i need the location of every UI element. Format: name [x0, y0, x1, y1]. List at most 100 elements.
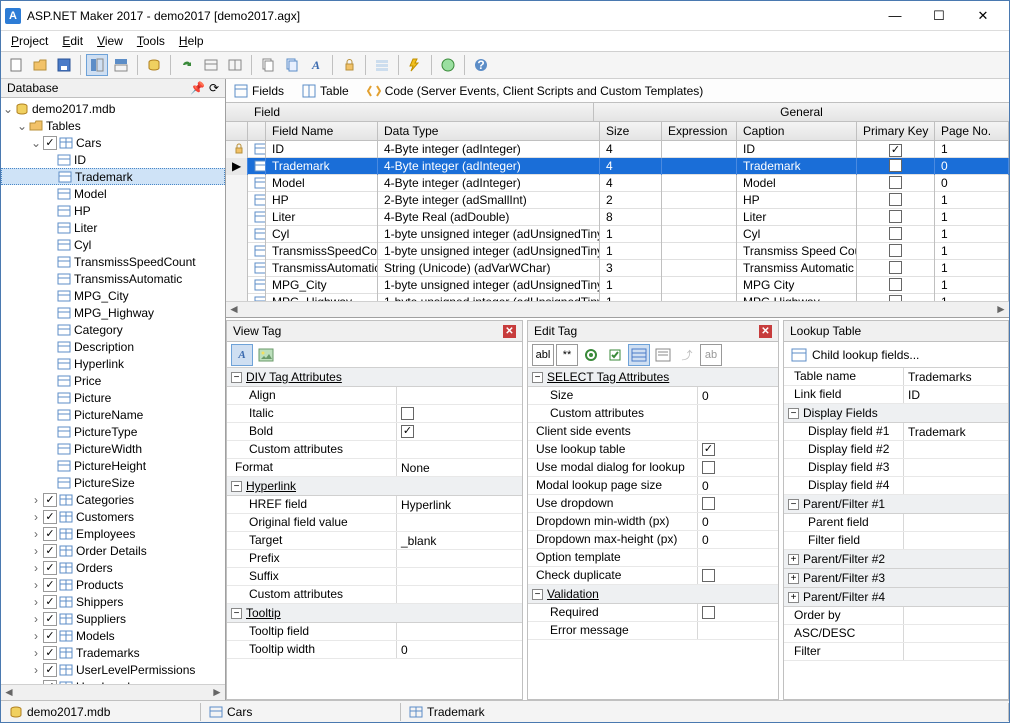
prop-row[interactable]: Bold	[227, 423, 522, 441]
tb-field-props[interactable]	[224, 54, 246, 76]
tb-generate[interactable]	[404, 54, 426, 76]
tree-node[interactable]: PictureHeight	[1, 457, 225, 474]
pin-icon[interactable]: 📌	[190, 81, 205, 95]
tree-node[interactable]: Liter	[1, 219, 225, 236]
textarea-tag-btn[interactable]	[652, 344, 674, 366]
prop-row[interactable]: Align	[227, 387, 522, 405]
tb-font[interactable]: A	[305, 54, 327, 76]
tree-node[interactable]: ›✓Suppliers	[1, 610, 225, 627]
tree-node[interactable]: MPG_Highway	[1, 304, 225, 321]
tree-node[interactable]: Hyperlink	[1, 355, 225, 372]
table-row[interactable]: Cyl 1-byte unsigned integer (adUnsignedT…	[226, 226, 1009, 243]
table-row[interactable]: HP 2-Byte integer (adSmallInt) 2 HP 1	[226, 192, 1009, 209]
table-row[interactable]: Model 4-Byte integer (adInteger) 4 Model…	[226, 175, 1009, 192]
table-row[interactable]: ▶ Trademark 4-Byte integer (adInteger) 4…	[226, 158, 1009, 175]
menu-view[interactable]: View	[91, 32, 129, 50]
tree-node[interactable]: Cyl	[1, 236, 225, 253]
text-tag-btn[interactable]: abl	[532, 344, 554, 366]
table-row[interactable]: TransmissAutomatic String (Unicode) (adV…	[226, 260, 1009, 277]
child-lookup-label[interactable]: Child lookup fields...	[812, 348, 919, 362]
prop-row[interactable]: Error message	[528, 622, 778, 640]
tree-node[interactable]: ›✓Categories	[1, 491, 225, 508]
prop-row[interactable]: Italic	[227, 405, 522, 423]
prop-row[interactable]: Original field value	[227, 514, 522, 532]
tb-security[interactable]	[338, 54, 360, 76]
database-tree[interactable]: ⌄demo2017.mdb⌄Tables⌄✓CarsIDTrademarkMod…	[1, 98, 225, 684]
tab-fields[interactable]: Fields	[230, 82, 288, 100]
minimize-button[interactable]: —	[873, 2, 917, 30]
tree-node[interactable]: PictureName	[1, 406, 225, 423]
tb-new[interactable]	[5, 54, 27, 76]
col-data-type[interactable]: Data Type	[378, 122, 600, 140]
prop-group[interactable]: −SELECT Tag Attributes	[528, 368, 778, 387]
child-lookup-btn[interactable]	[788, 344, 810, 366]
password-tag-btn[interactable]: **	[556, 344, 578, 366]
tree-node[interactable]: ›✓Trademarks	[1, 644, 225, 661]
menu-project[interactable]: Project	[5, 32, 54, 50]
tree-node[interactable]: TransmissAutomatic	[1, 270, 225, 287]
tb-help[interactable]: ?	[470, 54, 492, 76]
fields-grid[interactable]: Field General Field Name Data Type Size …	[226, 103, 1009, 318]
col-expression[interactable]: Expression	[662, 122, 737, 140]
col-caption[interactable]: Caption	[737, 122, 857, 140]
tree-node[interactable]: HP	[1, 202, 225, 219]
close-icon[interactable]: ✕	[503, 325, 516, 338]
close-button[interactable]: ✕	[961, 2, 1005, 30]
prop-row[interactable]: Custom attributes	[227, 441, 522, 459]
tree-node[interactable]: Model	[1, 185, 225, 202]
tree-node[interactable]: PictureWidth	[1, 440, 225, 457]
tree-node[interactable]: ›✓Order Details	[1, 542, 225, 559]
tb-props-panel[interactable]	[110, 54, 132, 76]
radio-tag-btn[interactable]	[580, 344, 602, 366]
tree-node[interactable]: ›✓Products	[1, 576, 225, 593]
menu-help[interactable]: Help	[173, 32, 210, 50]
col-page-no[interactable]: Page No.	[935, 122, 1009, 140]
tree-node[interactable]: PictureType	[1, 423, 225, 440]
tb-open[interactable]	[29, 54, 51, 76]
tb-sync[interactable]	[176, 54, 198, 76]
tab-table[interactable]: Table	[298, 82, 353, 100]
tree-node[interactable]: ›✓Customers	[1, 508, 225, 525]
prop-row[interactable]: Suffix	[227, 568, 522, 586]
tb-connect[interactable]	[143, 54, 165, 76]
tree-node[interactable]: ⌄Tables	[1, 117, 225, 134]
file-tag-btn[interactable]: ⤴	[676, 344, 698, 366]
prop-row[interactable]: Tooltip field	[227, 623, 522, 641]
prop-row[interactable]: Prefix	[227, 550, 522, 568]
hidden-tag-btn[interactable]: ab	[700, 344, 722, 366]
menu-tools[interactable]: Tools	[131, 32, 171, 50]
prop-row[interactable]: Size0	[528, 387, 778, 405]
tree-node[interactable]: MPG_City	[1, 287, 225, 304]
tree-node[interactable]: PictureSize	[1, 474, 225, 491]
tab-code[interactable]: Code (Server Events, Client Scripts and …	[363, 82, 708, 100]
tree-node[interactable]: ⌄✓Cars	[1, 134, 225, 151]
tree-node[interactable]: ›✓UserLevelPermissions	[1, 661, 225, 678]
tree-node[interactable]: ›✓Shippers	[1, 593, 225, 610]
maximize-button[interactable]: ☐	[917, 2, 961, 30]
table-row[interactable]: MPG_City 1-byte unsigned integer (adUnsi…	[226, 277, 1009, 294]
tree-node[interactable]: Price	[1, 372, 225, 389]
tb-browse[interactable]	[437, 54, 459, 76]
prop-group[interactable]: −Validation	[528, 585, 778, 604]
prop-row[interactable]: Custom attributes	[528, 405, 778, 423]
col-field-name[interactable]: Field Name	[266, 122, 378, 140]
tree-node[interactable]: Trademark	[1, 168, 225, 185]
tree-node[interactable]: TransmissSpeedCount	[1, 253, 225, 270]
prop-group[interactable]: −Tooltip	[227, 604, 522, 623]
tb-table-props[interactable]	[200, 54, 222, 76]
close-icon[interactable]: ✕	[759, 325, 772, 338]
format-text-btn[interactable]: A	[231, 344, 253, 366]
tree-node[interactable]: ›✓Models	[1, 627, 225, 644]
refresh-icon[interactable]: ⟳	[209, 81, 219, 95]
tree-node[interactable]: Picture	[1, 389, 225, 406]
tree-node[interactable]: Description	[1, 338, 225, 355]
prop-row[interactable]: Tooltip width0	[227, 641, 522, 659]
prop-row[interactable]: Required	[528, 604, 778, 622]
tree-node[interactable]: ID	[1, 151, 225, 168]
tb-menu-editor[interactable]	[371, 54, 393, 76]
table-row[interactable]: MPG_Highway 1-byte unsigned integer (adU…	[226, 294, 1009, 301]
tb-db-panel[interactable]	[86, 54, 108, 76]
tree-node[interactable]: ⌄demo2017.mdb	[1, 100, 225, 117]
tb-copy-table[interactable]	[281, 54, 303, 76]
table-row[interactable]: Liter 4-Byte Real (adDouble) 8 Liter 1	[226, 209, 1009, 226]
